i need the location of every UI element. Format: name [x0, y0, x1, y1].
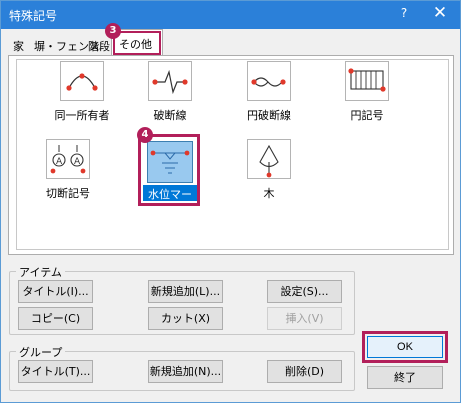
- symbol-label: 同一所有者: [54, 109, 110, 122]
- symbol-item-tree[interactable]: 木: [228, 139, 308, 209]
- symbol-item-same-owner[interactable]: 同一所有者: [41, 61, 121, 131]
- symbol-label: 破断線: [153, 109, 187, 122]
- symbol-label: 円破断線: [247, 109, 291, 122]
- cut-button[interactable]: カット(X): [148, 307, 223, 330]
- insert-button[interactable]: 挿入(V): [267, 307, 342, 330]
- break-line-icon: [148, 61, 192, 101]
- tab-house[interactable]: 家: [13, 35, 24, 55]
- help-button[interactable]: ?: [397, 6, 411, 20]
- same-owner-arc-icon: [60, 61, 104, 101]
- group-new-add-button[interactable]: 新規追加(N)...: [148, 360, 223, 383]
- callout-badge-3: 3: [105, 23, 121, 39]
- hatched-symbol-icon: [345, 61, 389, 101]
- section-mark-icon: A A: [46, 139, 90, 179]
- copy-button[interactable]: コピー(C): [18, 307, 93, 330]
- window-title: 特殊記号: [9, 9, 58, 23]
- exit-button[interactable]: 終了: [367, 366, 443, 389]
- item-new-add-button[interactable]: 新規追加(L)...: [148, 280, 223, 303]
- circular-break-line-icon: [247, 61, 291, 101]
- symbol-item-break-line[interactable]: 破断線: [129, 61, 209, 131]
- svg-text:A: A: [74, 157, 81, 167]
- symbol-label: 木: [263, 187, 275, 200]
- item-group-label: アイテム: [16, 264, 65, 280]
- symbol-label: 切断記号: [46, 187, 90, 200]
- callout-badge-4: 4: [137, 127, 153, 143]
- tree-icon: [247, 139, 291, 179]
- close-button[interactable]: ✕: [429, 3, 451, 23]
- symbol-item-hatched-symbol[interactable]: 円記号: [326, 61, 406, 131]
- svg-text:A: A: [56, 157, 63, 167]
- tab-other-label[interactable]: その他: [119, 36, 152, 52]
- symbol-item-section-mark[interactable]: A A 切断記号: [27, 139, 107, 209]
- tab-stairs[interactable]: 階段: [88, 35, 110, 55]
- special-symbols-dialog: 特殊記号 ? ✕ 家 塀・フェンス 階段 その他 3 同一所有者 破断線 円破断…: [0, 0, 461, 403]
- group-delete-button[interactable]: 削除(D): [267, 360, 342, 383]
- item-title-button[interactable]: タイトル(I)...: [18, 280, 93, 303]
- item-settings-button[interactable]: 設定(S)...: [267, 280, 342, 303]
- symbol-label: 円記号: [350, 109, 384, 122]
- group-title-button[interactable]: タイトル(T)...: [18, 360, 93, 383]
- selected-symbol-highlight: [138, 134, 200, 206]
- group-group-label: グループ: [16, 344, 66, 360]
- title-bar: 特殊記号 ? ✕: [1, 1, 460, 29]
- ok-button[interactable]: OK: [367, 336, 443, 358]
- symbol-item-circular-break-line[interactable]: 円破断線: [228, 61, 308, 131]
